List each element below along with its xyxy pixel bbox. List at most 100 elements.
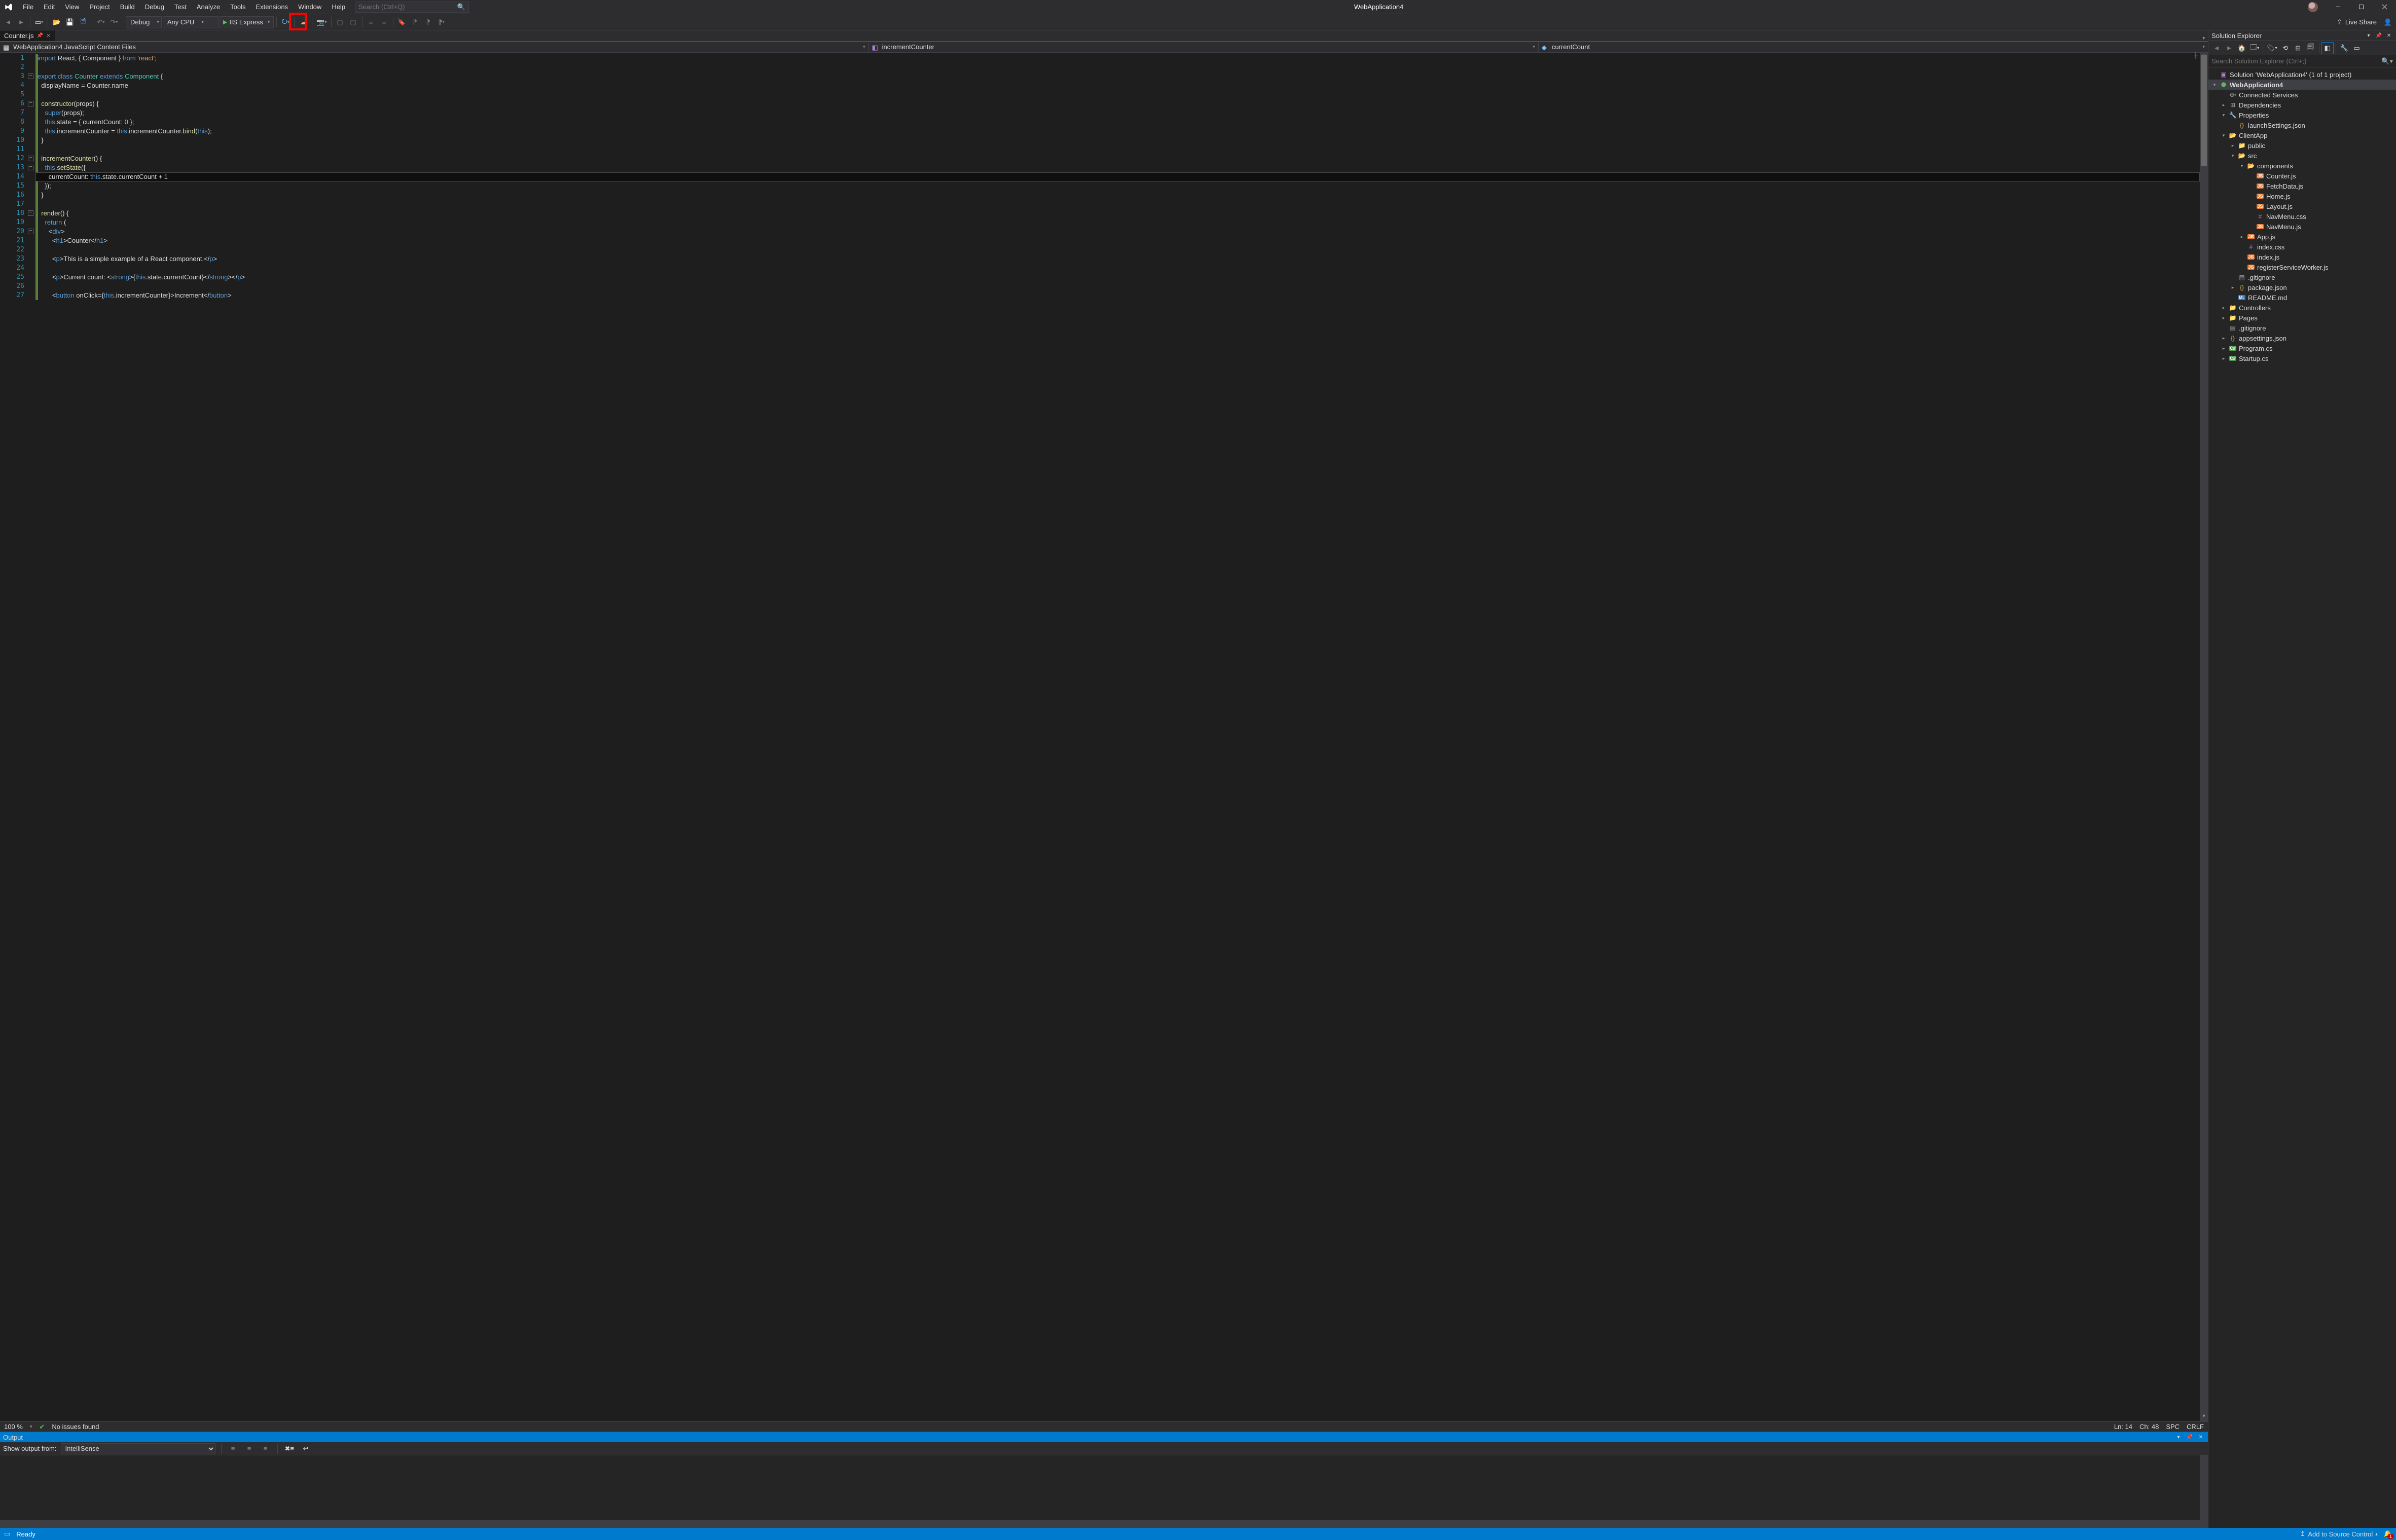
tree-node[interactable]: ▤.gitignore — [2208, 323, 2396, 333]
nav-back-button[interactable]: ◄ — [2, 16, 14, 28]
tree-node[interactable]: ▾⬢WebApplication4 — [2208, 80, 2396, 90]
menu-build[interactable]: Build — [116, 1, 139, 13]
menu-project[interactable]: Project — [85, 1, 114, 13]
issues-label[interactable]: No issues found — [52, 1423, 99, 1431]
output-window-position-icon[interactable]: ▾ — [2174, 1435, 2183, 1440]
solution-explorer-header[interactable]: Solution Explorer ▾ 📌 ✕ — [2208, 30, 2396, 41]
document-tab-counter-js[interactable]: Counter.js 📌 ✕ — [0, 30, 55, 41]
solx-view-button[interactable]: ▭ — [2351, 42, 2363, 54]
document-tabs-dropdown[interactable]: ▾ — [2199, 35, 2208, 41]
output-source-dropdown[interactable]: IntelliSense — [61, 1443, 215, 1454]
live-share-button[interactable]: ⇪ Live Share — [2333, 18, 2381, 26]
run-target-dropdown[interactable]: ▾ — [265, 19, 273, 25]
tree-node[interactable]: ▣Solution 'WebApplication4' (1 of 1 proj… — [2208, 69, 2396, 80]
publish-button[interactable]: ☁ — [297, 16, 309, 28]
quick-launch-input[interactable] — [358, 3, 457, 11]
tree-node[interactable]: JSCounter.js — [2208, 171, 2396, 181]
indent-mode[interactable]: SPC — [2166, 1423, 2180, 1431]
output-clear-all-button[interactable]: ✖≡ — [283, 1443, 296, 1455]
browser-link-button[interactable]: ⭮▾ — [279, 16, 292, 28]
fold-toggle[interactable]: − — [28, 74, 33, 79]
indent-out-button[interactable]: ≡ — [365, 16, 377, 28]
code-line-3[interactable]: export class Counter extends Component { — [35, 72, 2200, 81]
menu-view[interactable]: View — [60, 1, 84, 13]
output-toggle-button[interactable]: ≡ — [243, 1443, 256, 1455]
output-vertical-scrollbar[interactable] — [2200, 1455, 2208, 1520]
solx-collapse-button[interactable]: ⊟ — [2292, 42, 2304, 54]
tree-node[interactable]: ▾📂ClientApp — [2208, 130, 2396, 140]
fold-toggle[interactable]: − — [28, 156, 33, 161]
tree-node[interactable]: #index.css — [2208, 242, 2396, 252]
code-line-10[interactable]: } — [35, 136, 2200, 145]
menu-test[interactable]: Test — [170, 1, 191, 13]
solx-forward-button[interactable]: ► — [2223, 42, 2235, 54]
code-line-26[interactable] — [35, 282, 2200, 291]
code-line-21[interactable]: <h1>Counter</h1> — [35, 236, 2200, 245]
tree-node[interactable]: ⟴Connected Services — [2208, 90, 2396, 100]
indent-in-button[interactable]: ≡ — [378, 16, 390, 28]
menu-edit[interactable]: Edit — [39, 1, 59, 13]
save-button[interactable]: 💾 — [64, 16, 76, 28]
tree-twisty[interactable]: ▾ — [2211, 82, 2218, 88]
tree-twisty[interactable]: ▸ — [2221, 346, 2227, 351]
code-line-12[interactable]: incrementCounter() { — [35, 154, 2200, 163]
code-line-7[interactable]: super(props); — [35, 108, 2200, 118]
code-line-16[interactable]: } — [35, 191, 2200, 200]
user-avatar[interactable] — [2308, 2, 2318, 12]
tree-node[interactable]: ▸JSApp.js — [2208, 232, 2396, 242]
tb-btn-a[interactable]: ▢ — [334, 16, 346, 28]
menu-debug[interactable]: Debug — [140, 1, 169, 13]
code-line-1[interactable]: import React, { Component } from 'react'… — [35, 54, 2200, 63]
menu-analyze[interactable]: Analyze — [192, 1, 225, 13]
window-maximize-button[interactable] — [2349, 0, 2373, 14]
code-line-2[interactable] — [35, 63, 2200, 72]
menu-help[interactable]: Help — [327, 1, 350, 13]
tb-btn-b[interactable]: ▢ — [347, 16, 359, 28]
solx-home-button[interactable]: 🏠 — [2236, 42, 2248, 54]
solx-pending-changes-button[interactable]: 🏷▾ — [2265, 42, 2279, 54]
scrollbar-thumb[interactable] — [2201, 55, 2207, 166]
code-line-13[interactable]: this.setState({ — [35, 163, 2200, 172]
tree-node[interactable]: ▸📁Pages — [2208, 313, 2396, 323]
nav-member-dropdown[interactable]: ◆ currentCount ▾ — [1539, 42, 2208, 52]
tree-node[interactable]: {}launchSettings.json — [2208, 120, 2396, 130]
tree-node[interactable]: JSFetchData.js — [2208, 181, 2396, 191]
tree-twisty[interactable]: ▸ — [2221, 356, 2227, 361]
screenshot-button[interactable]: 📷▾ — [315, 16, 328, 28]
tree-node[interactable]: ▸{}appsettings.json — [2208, 333, 2396, 343]
line-endings[interactable]: CRLF — [2187, 1423, 2204, 1431]
tree-node[interactable]: JSNavMenu.js — [2208, 222, 2396, 232]
solution-config-dropdown[interactable]: Debug▾ — [126, 16, 162, 28]
code-line-27[interactable]: <button onClick={this.incrementCounter}>… — [35, 291, 2200, 300]
solx-show-all-button[interactable]: 🗐 — [2305, 42, 2317, 54]
code-line-18[interactable]: render() { — [35, 209, 2200, 218]
code-line-19[interactable]: return ( — [35, 218, 2200, 227]
tree-twisty[interactable]: ▾ — [2221, 113, 2227, 118]
tree-node[interactable]: JSregisterServiceWorker.js — [2208, 262, 2396, 272]
code-line-25[interactable]: <p>Current count: <strong>{this.state.cu… — [35, 273, 2200, 282]
solx-sync-button[interactable]: ⟲ — [2279, 42, 2292, 54]
tree-node[interactable]: ▾📂src — [2208, 151, 2396, 161]
code-line-6[interactable]: constructor(props) { — [35, 99, 2200, 108]
window-close-button[interactable] — [2373, 0, 2396, 14]
code-area[interactable]: import React, { Component } from 'react'… — [35, 53, 2200, 1421]
code-line-5[interactable] — [35, 90, 2200, 99]
solution-explorer-tree[interactable]: ▣Solution 'WebApplication4' (1 of 1 proj… — [2208, 67, 2396, 1528]
tree-twisty[interactable]: ▸ — [2230, 285, 2236, 290]
solution-explorer-search-input[interactable] — [2211, 57, 2381, 65]
fold-toggle[interactable]: − — [28, 210, 33, 216]
save-all-button[interactable]: 🗎 — [77, 16, 89, 28]
bookmark-button[interactable]: 🔖 — [396, 16, 408, 28]
code-line-22[interactable] — [35, 245, 2200, 254]
account-button[interactable]: 👤 — [2382, 16, 2394, 28]
tree-twisty[interactable]: ▸ — [2221, 305, 2227, 311]
tree-twisty[interactable]: ▾ — [2230, 153, 2236, 159]
zoom-dropdown-icon[interactable]: ▾ — [30, 1424, 32, 1429]
output-clear-button[interactable]: ≡ — [227, 1443, 239, 1455]
quick-launch-search[interactable]: 🔍 — [355, 2, 469, 13]
pin-icon[interactable]: 📌 — [37, 33, 43, 39]
tb-btn-c[interactable]: ⁋▾ — [435, 16, 448, 28]
solx-properties-button[interactable]: 🔧 — [2338, 42, 2350, 54]
tree-node[interactable]: ▸C#Program.cs — [2208, 343, 2396, 353]
tree-node[interactable]: JSLayout.js — [2208, 201, 2396, 211]
